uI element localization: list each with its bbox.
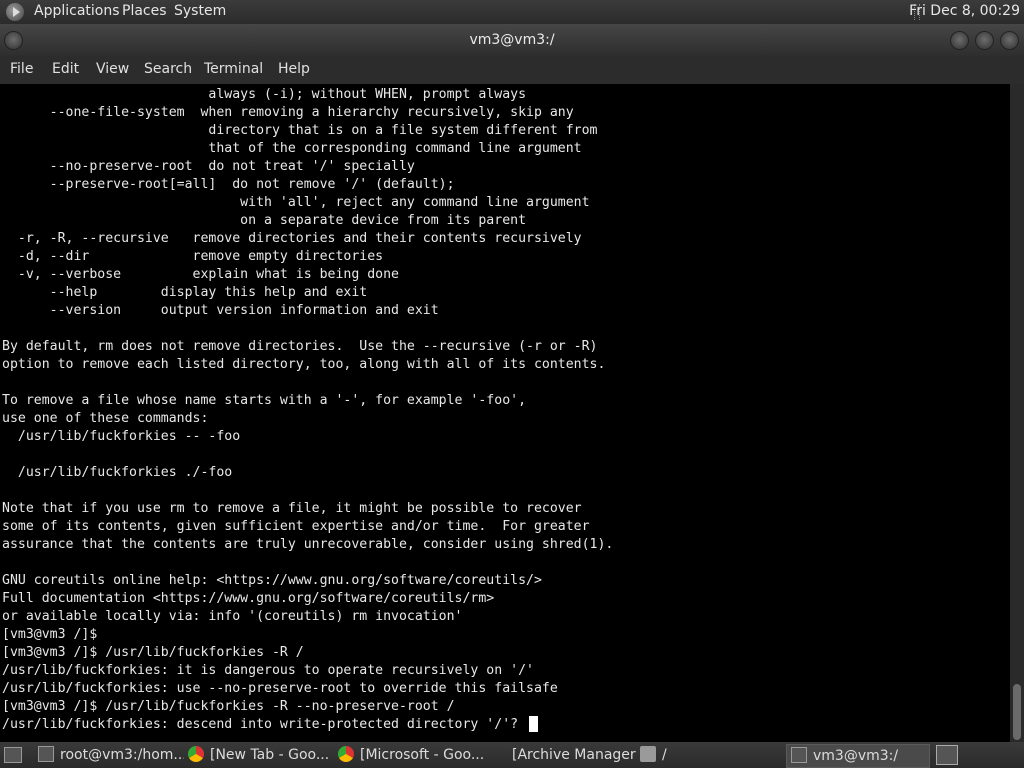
chrome-icon [188,746,204,762]
terminal-scrollbar[interactable] [1010,84,1024,742]
task-label: root@vm3:/hom... [60,747,184,763]
terminal-icon [38,746,54,762]
folder-icon [640,746,656,762]
menu-terminal[interactable]: Terminal [204,61,263,77]
task-vm3-terminal[interactable]: vm3@vm3:/ [786,744,930,768]
task-new-tab-chrome[interactable]: [New Tab - Goo... [188,744,334,766]
minimize-button[interactable] [950,31,969,50]
menu-applications[interactable]: Applications [34,3,120,19]
task-label: [Microsoft - Goo... [360,747,484,763]
show-desktop-icon[interactable] [4,747,22,763]
menubar: File Edit View Search Terminal Help [0,56,1024,85]
menu-help[interactable]: Help [278,61,310,77]
task-label: vm3@vm3:/ [813,748,899,764]
task-label: / [662,747,667,763]
terminal-output[interactable]: always (-i); without WHEN, prompt always… [0,84,1010,742]
menu-places[interactable]: Places [122,3,167,19]
task-label: [Archive Manager] [512,747,636,763]
clock[interactable]: Fri Dec 8, 00:29 [909,3,1020,19]
scrollbar-thumb[interactable] [1013,684,1021,740]
menu-file[interactable]: File [10,61,33,77]
workspace-switcher[interactable] [936,745,958,765]
menu-view[interactable]: View [96,61,129,77]
menu-edit[interactable]: Edit [52,61,79,77]
task-root-terminal[interactable]: root@vm3:/hom... [38,744,184,766]
chrome-icon [338,746,354,762]
task-archive-manager[interactable]: [Archive Manager] [490,744,636,766]
window-titlebar[interactable]: vm3@vm3:/ [0,24,1024,56]
terminal-cursor [529,716,538,732]
taskbar: root@vm3:/hom... [New Tab - Goo... [Micr… [0,742,1024,768]
close-button[interactable] [1000,31,1019,50]
task-microsoft-chrome[interactable]: [Microsoft - Goo... [338,744,484,766]
top-panel: Applications Places System Fri Dec 8, 00… [0,0,1024,24]
terminal-icon [791,747,807,763]
window-title: vm3@vm3:/ [469,32,555,48]
menu-system[interactable]: System [174,3,226,19]
task-label: [New Tab - Goo... [210,747,330,763]
task-folder-root[interactable]: / [640,744,780,766]
applications-logo-icon[interactable] [6,3,24,21]
maximize-button[interactable] [975,31,994,50]
archive-icon [490,746,506,762]
menu-search[interactable]: Search [144,61,192,77]
terminal-text: always (-i); without WHEN, prompt always… [2,87,614,732]
